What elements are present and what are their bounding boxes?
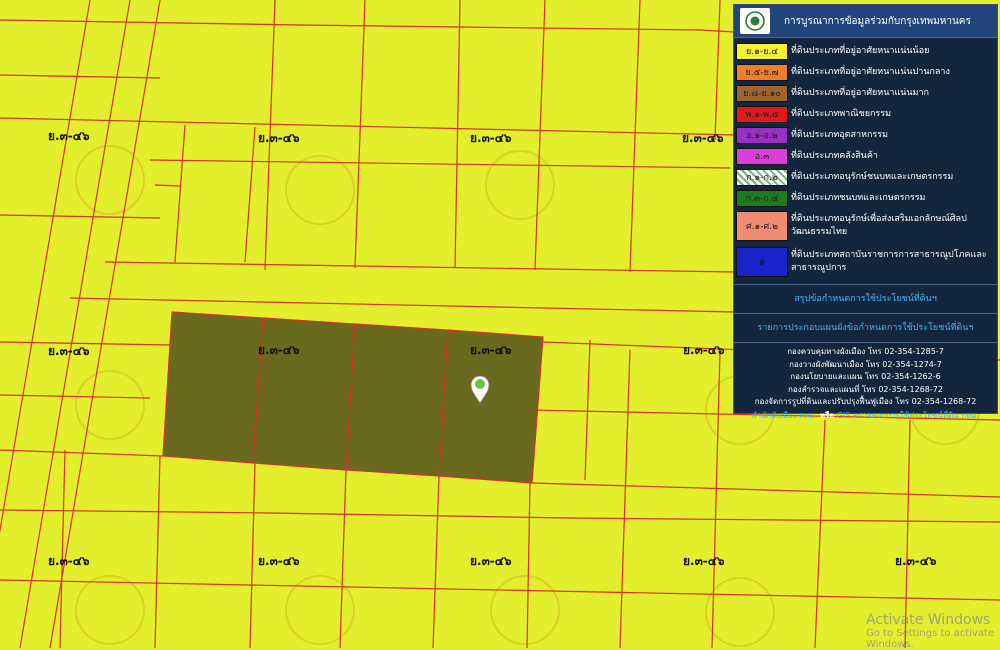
legend-swatch: ศ.๑-ศ.๒ xyxy=(736,211,788,241)
legend-item: ก.๑-ก.๒ ที่ดินประเภทอนุรักษ์ชนบทและเกษตร… xyxy=(734,167,997,187)
legend-item: ก.๓-ก.๔ ที่ดินประเภทชนบทและเกษตรกรรม xyxy=(734,188,997,208)
legend-item-label: ที่ดินประเภทอนุรักษ์เพื่อส่งเสริมเอกลักษ… xyxy=(791,214,967,237)
legend-item-label: ที่ดินประเภทพาณิชยกรรม xyxy=(791,108,892,119)
zone-label: ย.๓-๔๖ xyxy=(682,131,724,145)
contact-line: กองวางผังพัฒนาเมือง โทร 02-354-1274-7 xyxy=(789,359,942,369)
selected-parcel-3[interactable] xyxy=(345,323,449,477)
zone-label: ย.๓-๔๖ xyxy=(258,343,300,357)
land-use-summary-link[interactable]: สรุปข้อกำหนดการใช้ประโยชน์ที่ดินฯ xyxy=(734,285,997,314)
legend-item: ย.๕-ย.๗ ที่ดินประเภทที่อยู่อาศัยหนาแน่นป… xyxy=(734,62,997,82)
contact-line: กองนโยบายและแผน โทร 02-354-1262-6 xyxy=(790,372,941,382)
legend-swatch: อ.๑-อ.๒ xyxy=(736,126,788,144)
legend-item-label: ที่ดินประเภทอนุรักษ์ชนบทและเกษตรกรรม xyxy=(791,171,954,182)
legend-links: สรุปข้อกำหนดการใช้ประโยชน์ที่ดินฯ รายการ… xyxy=(734,284,997,343)
watermark-title: Activate Windows xyxy=(866,612,991,628)
watermark-subtitle: Go to Settings to activate Windows. xyxy=(866,628,995,650)
legend-swatch: อ.๓ xyxy=(736,147,788,165)
zone-label: ย.๓-๔๖ xyxy=(258,131,300,145)
activate-windows-watermark: Activate Windows Go to Settings to activ… xyxy=(866,612,1000,650)
legend-item-label: ที่ดินประเภทชนบทและเกษตรกรรม xyxy=(791,192,926,203)
legend-item: อ.๓ ที่ดินประเภทคลังสินค้า xyxy=(734,146,997,166)
legend-item-label: ที่ดินประเภทคลังสินค้า xyxy=(791,150,878,161)
legend-item: ย.๘-ย.๑๐ ที่ดินประเภทที่อยู่อาศัยหนาแน่น… xyxy=(734,83,997,103)
contact-line: กองจัดการรูปที่ดินและปรับปรุงฟื้นฟูเมือง… xyxy=(754,397,977,407)
selected-parcel-2[interactable] xyxy=(252,317,356,471)
selected-parcels[interactable] xyxy=(162,311,544,484)
legend-header: การบูรณาการข้อมูลร่วมกับกรุงเทพมหานคร xyxy=(734,5,997,38)
legend-item-label: ที่ดินประเภทสถาบันราชการการสาธารณูปโภคแล… xyxy=(791,250,987,273)
zone-label: ย.๓-๔๖ xyxy=(48,344,90,358)
zone-label: ย.๓-๔๖ xyxy=(48,554,90,568)
legend-swatch: ย.๑-ย.๔ xyxy=(736,42,788,60)
selected-parcel-1[interactable] xyxy=(162,311,264,464)
legend-item: ศ.๑-ศ.๒ ที่ดินประเภทอนุรักษ์เพื่อส่งเสริ… xyxy=(734,209,997,243)
legend-swatch: ส xyxy=(736,247,788,277)
legend-swatch: ย.๘-ย.๑๐ xyxy=(736,84,788,102)
zone-label: ย.๓-๔๖ xyxy=(683,554,725,568)
zone-label: ย.๓-๔๖ xyxy=(258,554,300,568)
zone-label: ย.๓-๔๖ xyxy=(895,554,937,568)
legend-item-label: ที่ดินประเภทที่อยู่อาศัยหนาแน่นน้อย xyxy=(791,45,930,56)
legend-swatch: ก.๓-ก.๔ xyxy=(736,189,788,207)
legend-item-label: ที่ดินประเภทที่อยู่อาศัยหนาแน่นมาก xyxy=(791,87,929,98)
legend-item: พ.๑-พ.๕ ที่ดินประเภทพาณิชยกรรม xyxy=(734,104,997,124)
gis-check-link[interactable]: GIS ตรวจสอบการใช้ประโยชน์ที่ดิน กทม. xyxy=(837,411,980,420)
contact-line: กองสำรวจและแผนที่ โทร 02-354-1268-72 xyxy=(788,384,943,394)
legend-title: การบูรณาการข้อมูลร่วมกับกรุงเทพมหานคร xyxy=(784,15,971,27)
contact-line: กองควบคุมทางผังเมือง โทร 02-354-1285-7 xyxy=(787,347,944,356)
contact-list: กองควบคุมทางผังเมือง โทร 02-354-1285-7 ก… xyxy=(734,343,997,409)
legend-swatch: ก.๑-ก.๒ xyxy=(736,168,788,186)
land-use-details-link[interactable]: รายการประกอบแผนผังข้อกำหนดการใช้ประโยชน์… xyxy=(734,314,997,343)
zone-label: ย.๓-๔๖ xyxy=(470,131,512,145)
legend-item-label: ที่ดินประเภทที่อยู่อาศัยหนาแน่นปานกลาง xyxy=(791,66,950,77)
planning-office-link[interactable]: สำนักผังเมือง กทม. xyxy=(752,411,817,420)
legend-item: อ.๑-อ.๒ ที่ดินประเภทอุตสาหกรรม xyxy=(734,125,997,145)
legend-item-label: ที่ดินประเภทอุตสาหกรรม xyxy=(791,129,889,140)
legend-swatch: พ.๑-พ.๕ xyxy=(736,105,788,123)
legend-items: ย.๑-ย.๔ ที่ดินประเภทที่อยู่อาศัยหนาแน่นน… xyxy=(734,41,997,280)
legend-item: ย.๑-ย.๔ ที่ดินประเภทที่อยู่อาศัยหนาแน่นน… xyxy=(734,41,997,61)
zone-label: ย.๓-๔๖ xyxy=(470,343,512,357)
legend-footer: สำนักผังเมือง กทม. หรือ GIS ตรวจสอบการใช… xyxy=(734,409,997,422)
footer-separator: หรือ xyxy=(819,410,835,420)
bma-seal-icon xyxy=(740,8,770,34)
zone-label: ย.๓-๔๖ xyxy=(48,129,90,143)
legend-swatch: ย.๕-ย.๗ xyxy=(736,63,788,81)
legend-panel: การบูรณาการข้อมูลร่วมกับกรุงเทพมหานคร ย.… xyxy=(733,4,998,420)
zone-label: ย.๓-๔๖ xyxy=(470,554,512,568)
legend-item: ส ที่ดินประเภทสถาบันราชการการสาธารณูปโภค… xyxy=(734,244,997,280)
zone-label: ย.๓-๔๖ xyxy=(683,343,725,357)
